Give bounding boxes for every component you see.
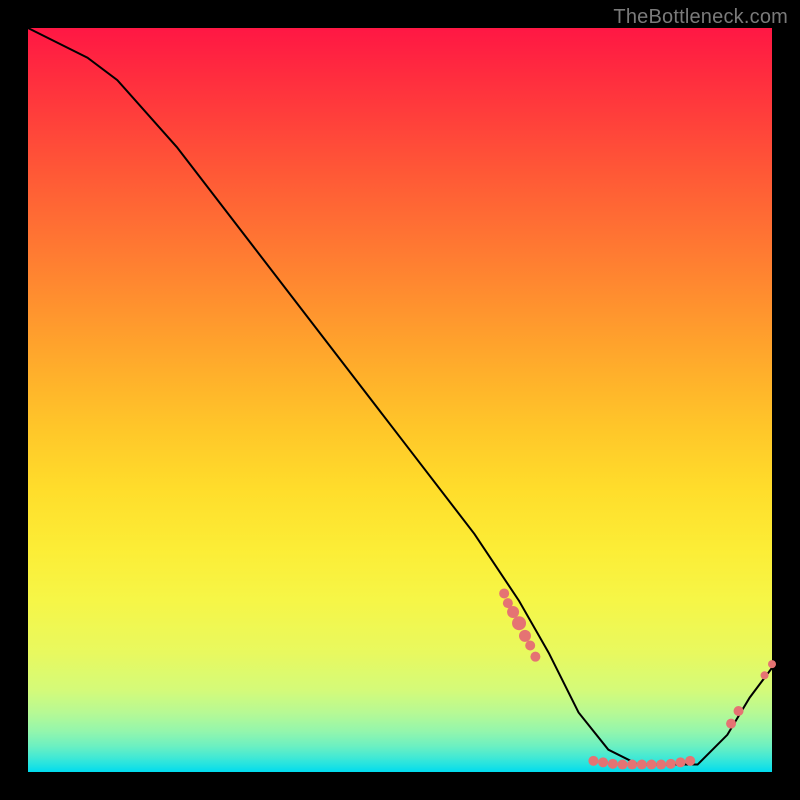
data-point xyxy=(519,630,531,642)
data-point xyxy=(499,588,509,598)
data-point xyxy=(768,660,776,668)
plot-area xyxy=(28,28,772,772)
data-point xyxy=(734,706,744,716)
data-point xyxy=(608,759,618,769)
watermark-text: TheBottleneck.com xyxy=(613,6,788,29)
data-point xyxy=(507,606,519,618)
data-point xyxy=(627,760,637,770)
data-point xyxy=(675,757,685,767)
curve-layer xyxy=(28,28,772,772)
data-point xyxy=(525,641,535,651)
data-point xyxy=(637,760,647,770)
data-point xyxy=(761,671,769,679)
chart-frame: TheBottleneck.com xyxy=(0,0,800,800)
data-point xyxy=(726,719,736,729)
data-point xyxy=(617,760,627,770)
data-point xyxy=(530,652,540,662)
data-point xyxy=(512,616,526,630)
bottleneck-curve xyxy=(28,28,772,765)
data-point xyxy=(588,756,598,766)
scatter-points xyxy=(499,588,776,769)
data-point xyxy=(598,757,608,767)
data-point xyxy=(666,759,676,769)
data-point xyxy=(685,756,695,766)
data-point xyxy=(656,760,666,770)
data-point xyxy=(646,760,656,770)
